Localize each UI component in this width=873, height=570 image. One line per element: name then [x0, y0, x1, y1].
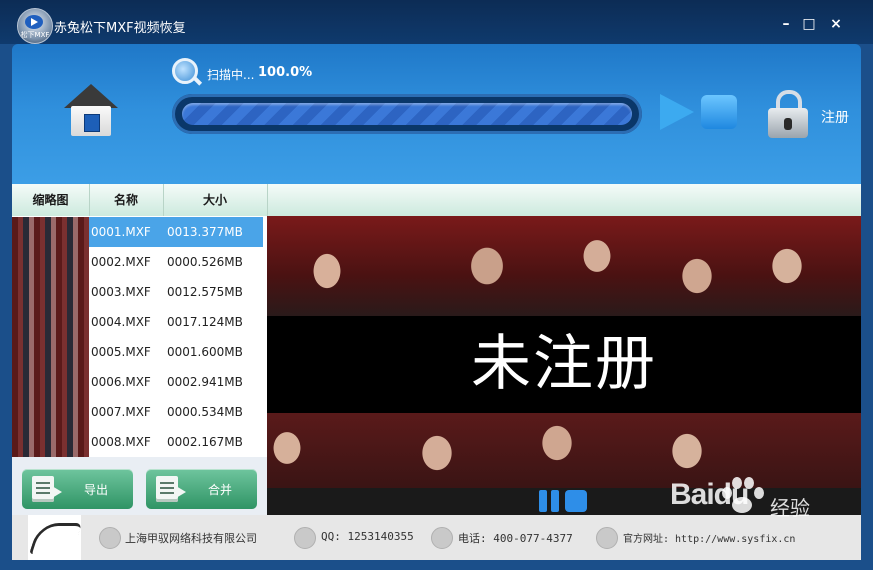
thumbnail — [12, 307, 89, 337]
merge-arrow-icon — [176, 486, 186, 498]
thumbnail — [12, 247, 89, 277]
thumbnail — [12, 277, 89, 307]
thumbnail — [12, 217, 89, 247]
file-list-header: 缩略图 名称 大小 — [12, 184, 861, 216]
company-name: 上海甲驭网络科技有限公司 — [125, 532, 257, 545]
file-size: 0002.167MB — [167, 435, 243, 449]
file-row[interactable]: 0006.MXF 0002.941MB — [12, 367, 267, 397]
file-size: 0002.941MB — [167, 375, 243, 389]
header-panel: 扫描中... 100.0% 注册 — [12, 44, 861, 184]
export-arrow-icon — [52, 486, 62, 498]
title-bar[interactable]: 松下MXF 赤兔松下MXF视频恢复 – □ × — [0, 0, 873, 44]
thumbnail — [12, 337, 89, 367]
file-size: 0013.377MB — [167, 225, 243, 239]
maximize-button[interactable]: □ — [798, 14, 820, 34]
pause-button[interactable] — [539, 490, 561, 512]
file-name: 0008.MXF — [91, 435, 151, 449]
video-stop-button[interactable] — [565, 490, 587, 512]
play-icon — [25, 15, 43, 29]
video-frame-top — [267, 216, 861, 316]
export-button-label: 导出 — [84, 483, 109, 497]
company-logo — [28, 515, 83, 560]
export-document-icon — [32, 476, 54, 502]
qq-icon — [294, 527, 316, 549]
file-row[interactable]: 0001.MXF 0013.377MB — [12, 217, 267, 247]
file-name: 0002.MXF — [91, 255, 151, 269]
app-window: 松下MXF 赤兔松下MXF视频恢复 – □ × 扫描中... 100.0% 注册… — [0, 0, 873, 570]
file-list: 0001.MXF 0013.377MB 0002.MXF 0000.526MB … — [12, 216, 267, 457]
scan-progress-bar — [172, 94, 642, 134]
company-icon — [99, 527, 121, 549]
minimize-button[interactable]: – — [775, 14, 797, 34]
column-header-size[interactable]: 大小 — [163, 184, 268, 216]
baidu-paw-icon — [718, 475, 764, 515]
file-name: 0003.MXF — [91, 285, 151, 299]
file-size: 0012.575MB — [167, 285, 243, 299]
file-size: 0000.534MB — [167, 405, 243, 419]
thumbnail — [12, 427, 89, 457]
file-row[interactable]: 0002.MXF 0000.526MB — [12, 247, 267, 277]
phone-icon — [431, 527, 453, 549]
register-lock-icon[interactable] — [768, 90, 808, 138]
column-header-name[interactable]: 名称 — [89, 184, 164, 216]
app-logo-icon: 松下MXF — [17, 8, 53, 44]
column-header-thumbnail[interactable]: 缩略图 — [12, 184, 90, 216]
merge-button-label: 合并 — [208, 483, 233, 497]
stop-scan-button[interactable] — [701, 95, 737, 129]
file-row[interactable]: 0005.MXF 0001.600MB — [12, 337, 267, 367]
file-size: 0001.600MB — [167, 345, 243, 359]
website-icon — [596, 527, 618, 549]
app-icon-label: 松下MXF — [20, 31, 50, 39]
home-button[interactable] — [64, 84, 118, 140]
thumbnail — [12, 367, 89, 397]
file-name: 0005.MXF — [91, 345, 151, 359]
file-row[interactable]: 0004.MXF 0017.124MB — [12, 307, 267, 337]
file-size: 0000.526MB — [167, 255, 243, 269]
scan-status-label: 扫描中... — [207, 68, 255, 82]
baidu-watermark-suffix: 经验 — [770, 496, 810, 520]
start-scan-button[interactable] — [660, 94, 694, 130]
scan-percent: 100.0% — [258, 65, 313, 80]
qq-number: QQ: 1253140355 — [321, 530, 414, 543]
phone-number: 电话: 400-077-4377 — [458, 532, 573, 545]
unregistered-overlay-text: 未注册 — [471, 329, 657, 399]
file-name: 0001.MXF — [91, 225, 151, 239]
website-link[interactable]: 官方网址: http://www.sysfix.cn — [623, 530, 795, 545]
scan-progress-fill — [182, 103, 632, 125]
file-name: 0004.MXF — [91, 315, 151, 329]
register-link[interactable]: 注册 — [821, 107, 849, 127]
file-row[interactable]: 0008.MXF 0002.167MB — [12, 427, 267, 457]
file-row[interactable]: 0007.MXF 0000.534MB — [12, 397, 267, 427]
file-size: 0017.124MB — [167, 315, 243, 329]
video-preview[interactable]: 未注册 — [267, 216, 861, 515]
video-frame-bottom — [267, 413, 861, 488]
close-button[interactable]: × — [825, 14, 847, 34]
horse-logo-icon — [28, 523, 83, 554]
search-icon — [172, 58, 198, 84]
action-button-area: 导出 合并 — [12, 457, 267, 515]
thumbnail — [12, 397, 89, 427]
merge-button[interactable]: 合并 — [146, 469, 257, 509]
export-button[interactable]: 导出 — [22, 469, 133, 509]
file-name: 0007.MXF — [91, 405, 151, 419]
footer: 上海甲驭网络科技有限公司 QQ: 1253140355 电话: 400-077-… — [12, 515, 861, 560]
home-door-icon — [84, 114, 100, 132]
window-title: 赤兔松下MXF视频恢复 — [54, 21, 186, 36]
file-name: 0006.MXF — [91, 375, 151, 389]
merge-document-icon — [156, 476, 178, 502]
file-row[interactable]: 0003.MXF 0012.575MB — [12, 277, 267, 307]
lock-keyhole — [784, 118, 792, 130]
home-roof-icon — [64, 84, 118, 108]
